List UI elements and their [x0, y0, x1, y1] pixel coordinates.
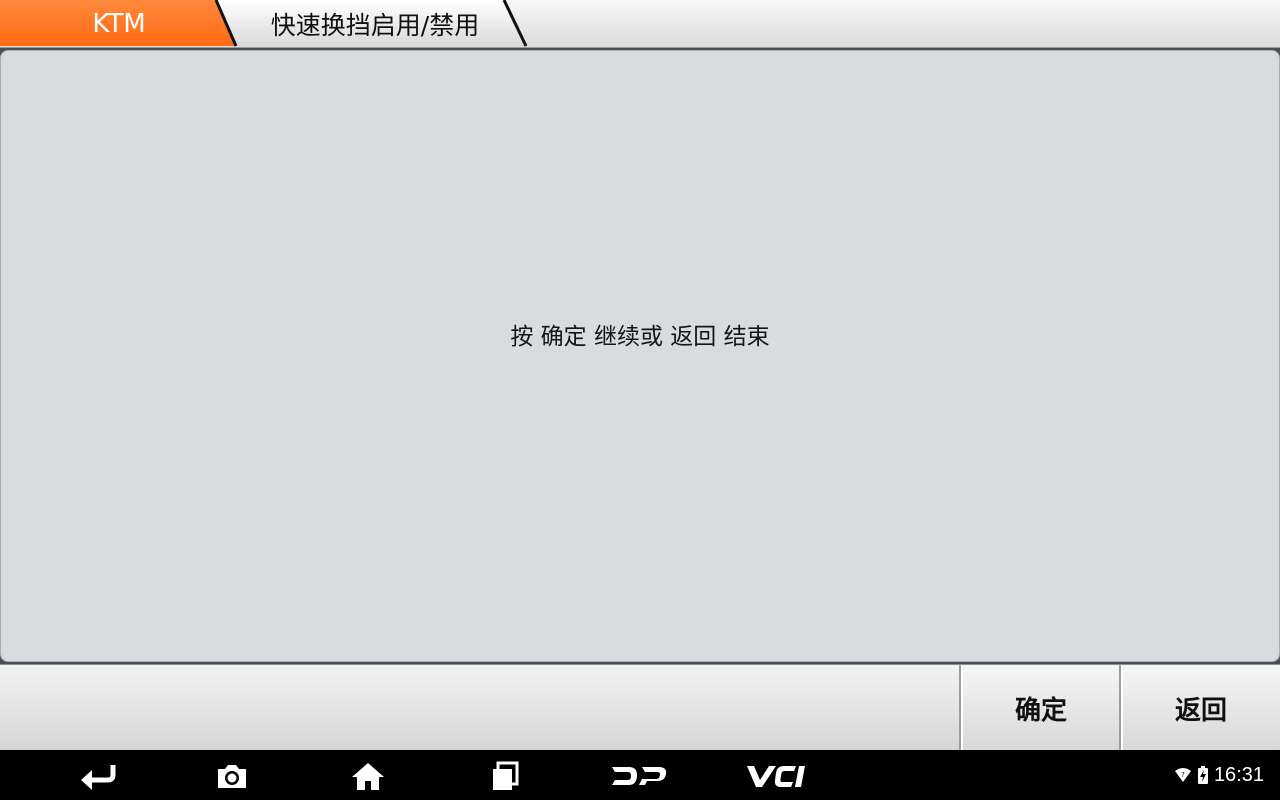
breadcrumb-page-title: 快速换挡启用/禁用 [270, 11, 480, 40]
breadcrumb: 快速换挡启用/禁用 KTM [0, 0, 1280, 50]
vci-icon[interactable] [744, 758, 808, 794]
message-panel: 按 确定 继续或 返回 结束 [0, 50, 1280, 662]
wifi-icon: ? [1174, 768, 1191, 782]
breadcrumb-brand-label: KTM [92, 9, 146, 39]
confirm-button[interactable]: 确定 [959, 665, 1119, 751]
action-bar: 确定 返回 [0, 664, 1280, 751]
app-window: 快速换挡启用/禁用 KTM 按 确定 继续或 返回 结束 确定 返回 ? 16:… [0, 0, 1280, 800]
back-button[interactable]: 返回 [1119, 665, 1279, 751]
battery-charging-icon [1197, 766, 1208, 784]
recent-apps-icon[interactable] [488, 758, 522, 794]
breadcrumb-page-item[interactable]: 快速换挡启用/禁用 [214, 0, 530, 48]
home-icon[interactable] [350, 758, 386, 794]
back-icon[interactable] [78, 758, 118, 794]
instruction-message: 按 确定 继续或 返回 结束 [510, 324, 770, 350]
clock: 16:31 [1213, 763, 1264, 786]
status-area: ? 16:31 [1174, 750, 1264, 800]
system-navigation-bar: ? 16:31 [0, 750, 1280, 800]
camera-icon[interactable] [214, 758, 250, 794]
dp-logo-icon[interactable] [608, 758, 670, 794]
breadcrumb-brand-item[interactable]: KTM [0, 0, 240, 48]
svg-text:?: ? [1181, 771, 1185, 779]
